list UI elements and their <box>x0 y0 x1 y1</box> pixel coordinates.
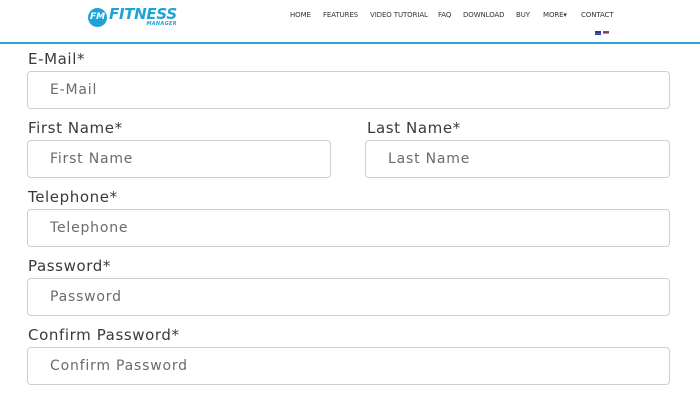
first-name-field-box <box>27 140 331 178</box>
nav-features[interactable]: FEATURES <box>323 11 358 19</box>
email-input[interactable] <box>28 72 669 108</box>
password-field-box <box>27 278 670 316</box>
nav-video-tutorial[interactable]: VIDEO TUTORIAL <box>370 11 428 19</box>
nav-home[interactable]: HOME <box>290 11 311 19</box>
nav-download[interactable]: DOWNLOAD <box>463 11 505 19</box>
site-header: FM FITNESS MANAGER HOME FEATURES VIDEO T… <box>0 0 700 44</box>
nav-contact[interactable]: CONTACT <box>581 11 614 19</box>
logo-subtitle: MANAGER <box>146 21 177 27</box>
email-label: E-Mail* <box>28 50 86 68</box>
password-input[interactable] <box>28 279 669 315</box>
serbia-flag-icon[interactable] <box>603 31 609 35</box>
telephone-input[interactable] <box>28 210 669 246</box>
logo-badge: FM <box>88 7 107 27</box>
nav-buy[interactable]: BUY <box>516 11 530 19</box>
telephone-field-box <box>27 209 670 247</box>
last-name-label: Last Name* <box>367 119 461 137</box>
password-label: Password* <box>28 257 111 275</box>
confirm-password-input[interactable] <box>28 348 669 384</box>
nav-more-dropdown[interactable]: MORE▾ <box>543 11 567 19</box>
last-name-field-box <box>365 140 670 178</box>
confirm-password-field-box <box>27 347 670 385</box>
first-name-label: First Name* <box>28 119 123 137</box>
confirm-password-label: Confirm Password* <box>28 326 180 344</box>
language-switcher <box>595 31 609 35</box>
logo-text: FITNESS MANAGER <box>109 7 177 27</box>
uk-flag-icon[interactable] <box>595 31 601 35</box>
logo-word: FITNESS <box>109 5 177 23</box>
nav-faq[interactable]: FAQ <box>438 11 451 19</box>
last-name-input[interactable] <box>366 141 669 177</box>
first-name-input[interactable] <box>28 141 330 177</box>
fitness-manager-logo[interactable]: FM FITNESS MANAGER <box>88 6 177 28</box>
telephone-label: Telephone* <box>28 188 118 206</box>
email-field-box <box>27 71 670 109</box>
